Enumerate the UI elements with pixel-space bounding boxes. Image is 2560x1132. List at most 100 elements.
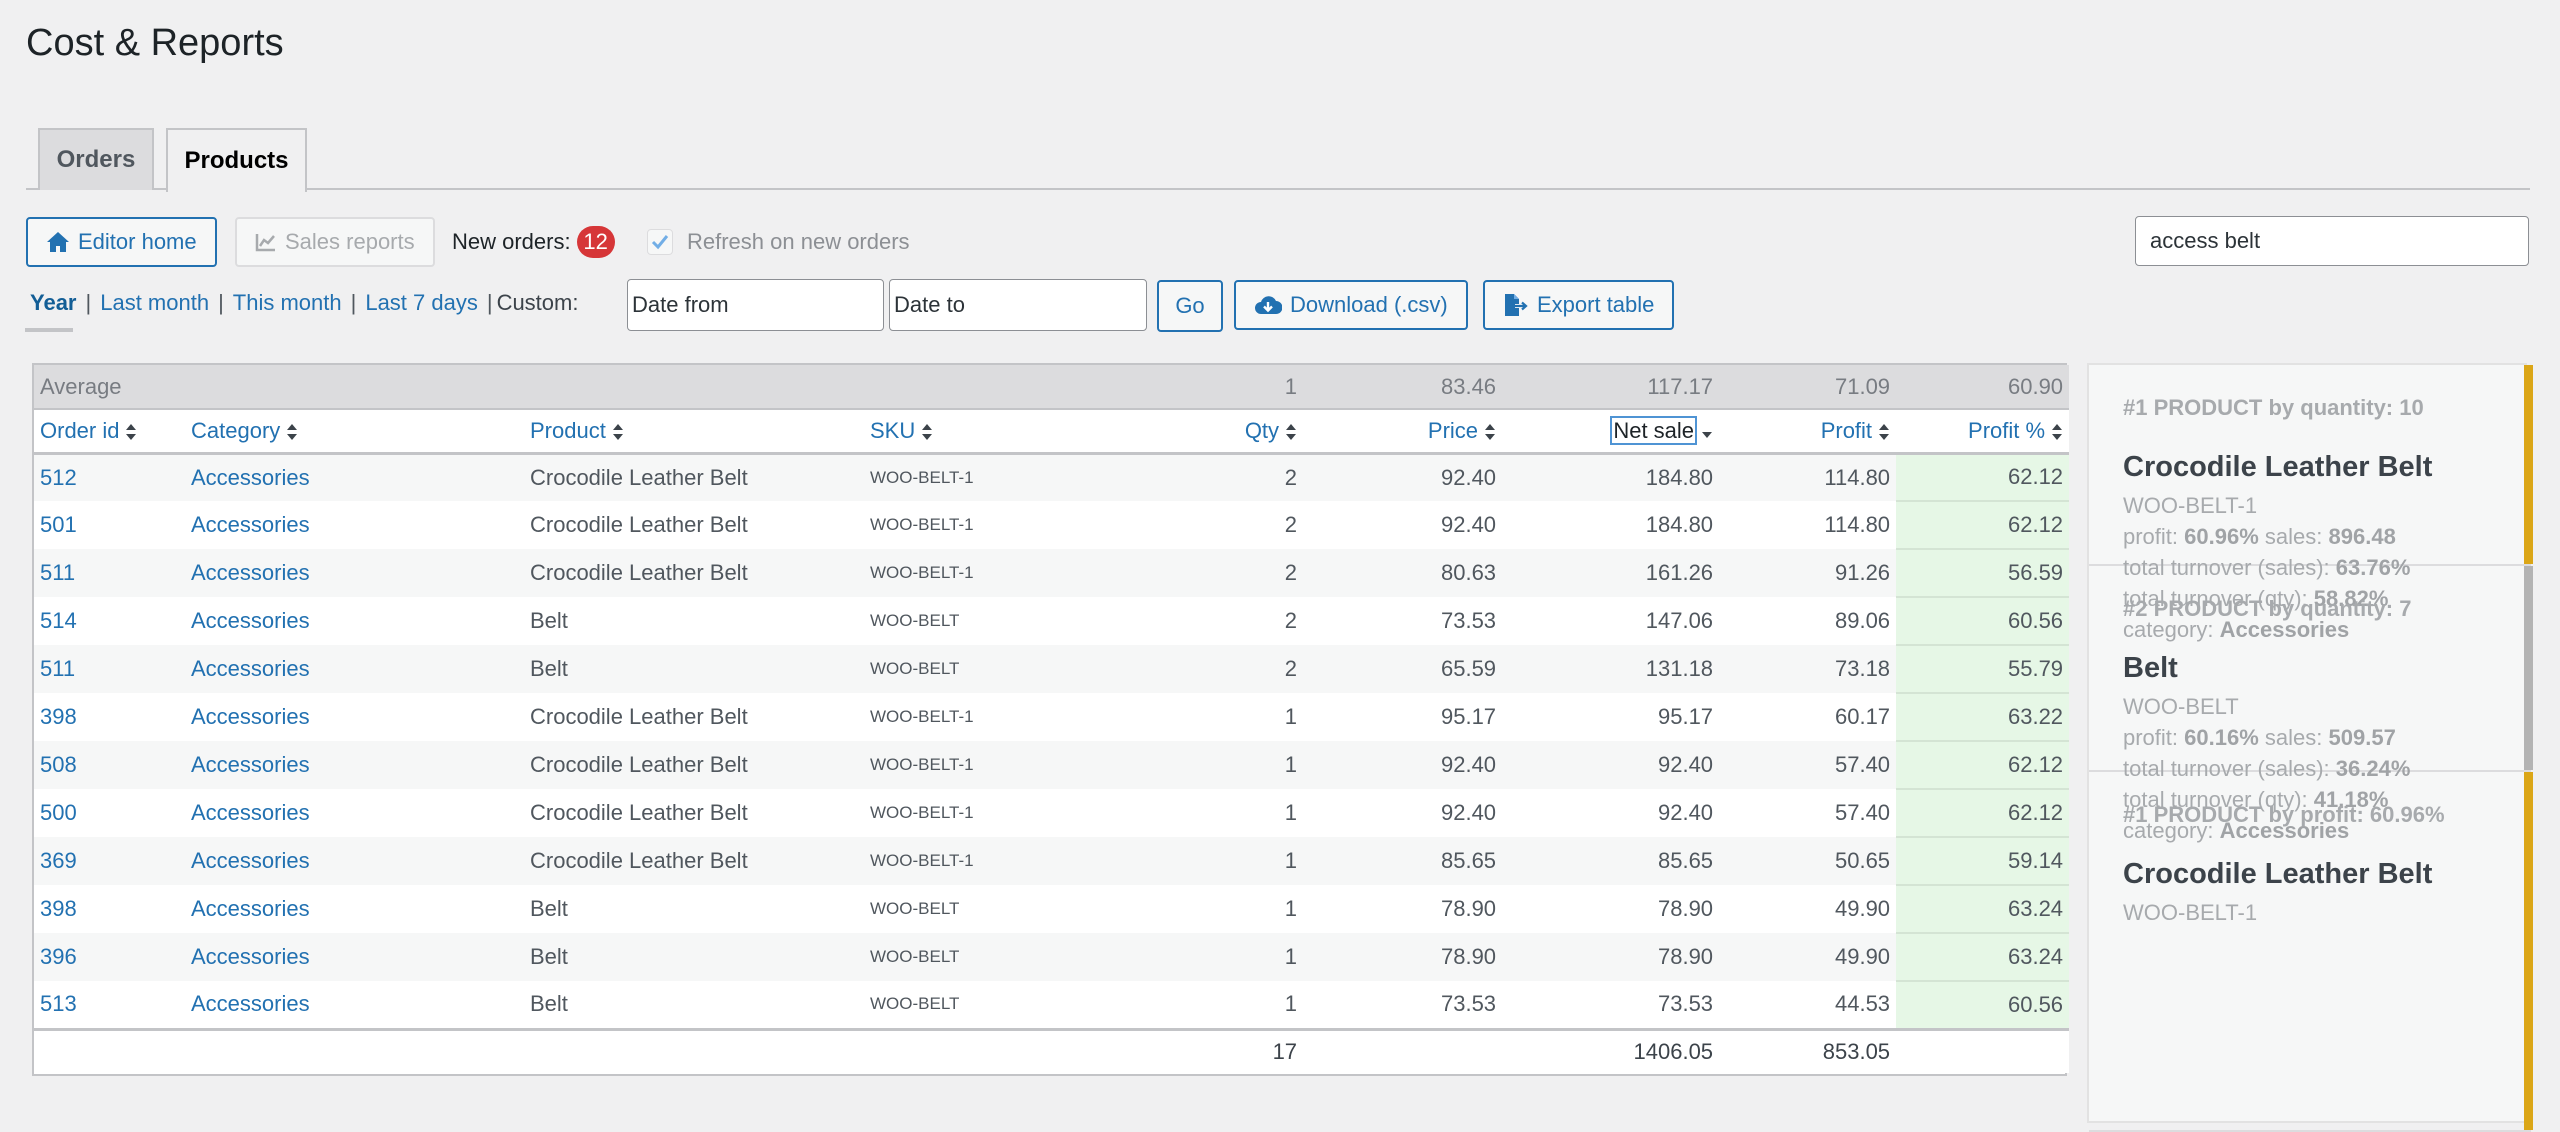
order-link[interactable]: 512 [40, 465, 77, 490]
top-product-card: #1 PRODUCT by quantity: 10 Crocodile Leat… [2089, 365, 2533, 642]
cell-order-id: 500 [34, 789, 185, 837]
cell-profit: 57.40 [1719, 741, 1897, 789]
date-to-input[interactable] [889, 279, 1147, 331]
order-link[interactable]: 511 [40, 560, 75, 585]
cell-category: Accessories [185, 453, 524, 501]
card-product-name: Belt [2123, 652, 2178, 684]
order-link[interactable]: 398 [40, 704, 77, 729]
column-header-sku[interactable]: SKU [864, 409, 1045, 455]
table-row: 514 Accessories Belt WOO-BELT 2 73.53 147.06 89… [34, 597, 2070, 646]
order-link[interactable]: 514 [40, 608, 77, 633]
category-link[interactable]: Accessories [191, 800, 310, 825]
column-header-order-id[interactable]: Order id [34, 409, 185, 455]
top-product-card: #1 PRODUCT by profit: 60.96% Crocodile Le… [2089, 772, 2533, 1132]
card-sku: WOO-BELT-1 [2123, 493, 2258, 518]
category-link[interactable]: Accessories [191, 512, 310, 537]
cell-net-sale: 147.06 [1502, 597, 1720, 645]
table-row: 369 Accessories Crocodile Leather Belt WOO-… [34, 837, 2070, 886]
cell-net-sale: 161.26 [1502, 549, 1720, 597]
card-rank: #1 PRODUCT by quantity: 10 [2123, 395, 2424, 420]
search-input[interactable] [2135, 216, 2529, 266]
export-table-button[interactable]: Export table [1483, 280, 1675, 330]
sort-icon [1485, 423, 1496, 440]
cell-profit: 57.40 [1719, 789, 1897, 837]
column-header-qty[interactable]: Qty [1044, 409, 1304, 455]
editor-home-button[interactable]: Editor home [26, 217, 217, 267]
card-rank: #1 PRODUCT by profit: 60.96% [2123, 802, 2445, 827]
category-link[interactable]: Accessories [191, 704, 310, 729]
order-link[interactable]: 513 [40, 991, 77, 1016]
period-this-month[interactable]: This month [233, 290, 342, 316]
cell-category: Accessories [185, 645, 524, 693]
column-header-profit-pct[interactable]: Profit % [1896, 409, 2070, 455]
category-link[interactable]: Accessories [191, 991, 310, 1016]
cell-category: Accessories [185, 597, 524, 645]
column-header-price[interactable]: Price [1303, 409, 1503, 455]
category-link[interactable]: Accessories [191, 608, 310, 633]
category-link[interactable]: Accessories [191, 465, 310, 490]
cell-qty: 1 [1044, 789, 1304, 837]
date-from-input[interactable] [627, 279, 884, 331]
cell-sku: WOO-BELT [864, 597, 1045, 645]
category-link[interactable]: Accessories [191, 560, 310, 585]
column-header-category[interactable]: Category [185, 409, 524, 455]
cell-profit: 50.65 [1719, 837, 1897, 885]
sort-icon [1286, 423, 1297, 440]
order-link[interactable]: 501 [40, 512, 77, 537]
column-header-product[interactable]: Product [524, 409, 864, 455]
refresh-checkbox[interactable] [647, 229, 673, 255]
category-link[interactable]: Accessories [191, 752, 310, 777]
order-link[interactable]: 396 [40, 944, 77, 969]
total-profit-pct [1896, 1027, 2070, 1073]
refresh-label: Refresh on new orders [687, 229, 910, 254]
cell-price: 78.90 [1303, 933, 1503, 981]
cell-order-id: 513 [34, 981, 185, 1029]
cell-price: 80.63 [1303, 549, 1503, 597]
cell-product: Belt [524, 597, 864, 645]
total-price [1303, 1027, 1503, 1073]
cell-profit-pct: 60.56 [1896, 597, 2070, 646]
order-link[interactable]: 369 [40, 848, 77, 873]
order-link[interactable]: 508 [40, 752, 77, 777]
sales-reports-button[interactable]: Sales reports [235, 217, 435, 267]
cell-order-id: 501 [34, 501, 185, 549]
column-header-label: Order id [40, 417, 120, 443]
cell-product: Crocodile Leather Belt [524, 501, 864, 549]
tab-products[interactable]: Products [166, 128, 307, 192]
go-button[interactable]: Go [1157, 280, 1223, 332]
table-row: 513 Accessories Belt WOO-BELT 1 73.53 73.53 44.… [34, 981, 2070, 1030]
cell-price: 65.59 [1303, 645, 1503, 693]
cell-order-id: 512 [34, 453, 185, 501]
cell-category: Accessories [185, 501, 524, 549]
order-link[interactable]: 511 [40, 656, 75, 681]
category-link[interactable]: Accessories [191, 944, 310, 969]
category-link[interactable]: Accessories [191, 896, 310, 921]
cell-product: Belt [524, 981, 864, 1029]
column-header-net-sale[interactable]: Net sale [1502, 409, 1720, 455]
download-csv-button[interactable]: Download (.csv) [1234, 280, 1468, 330]
period-last-month[interactable]: Last month [100, 290, 209, 316]
cell-category: Accessories [185, 741, 524, 789]
refresh-toggle[interactable]: Refresh on new orders [647, 225, 910, 259]
tab-orders[interactable]: Orders [38, 128, 154, 190]
cell-profit: 114.80 [1719, 453, 1897, 501]
sort-icon [126, 423, 137, 440]
order-link[interactable]: 398 [40, 896, 77, 921]
column-header-profit[interactable]: Profit [1719, 409, 1897, 455]
cell-product: Belt [524, 645, 864, 693]
period-year[interactable]: Year [30, 290, 77, 316]
cell-profit-pct: 62.12 [1896, 741, 2070, 790]
separator: | [218, 290, 224, 315]
order-link[interactable]: 500 [40, 800, 77, 825]
category-link[interactable]: Accessories [191, 656, 310, 681]
cell-sku: WOO-BELT [864, 981, 1045, 1029]
cell-sku: WOO-BELT-1 [864, 789, 1045, 837]
average-profit: 71.09 [1719, 365, 1897, 410]
category-link[interactable]: Accessories [191, 848, 310, 873]
total-net-sale: 1406.05 [1502, 1027, 1720, 1073]
card-sku: WOO-BELT [2123, 694, 2239, 719]
cell-qty: 1 [1044, 693, 1304, 741]
separator: | [486, 290, 493, 315]
period-last-7-days[interactable]: Last 7 days [365, 290, 478, 316]
sales-reports-label: Sales reports [285, 229, 415, 254]
